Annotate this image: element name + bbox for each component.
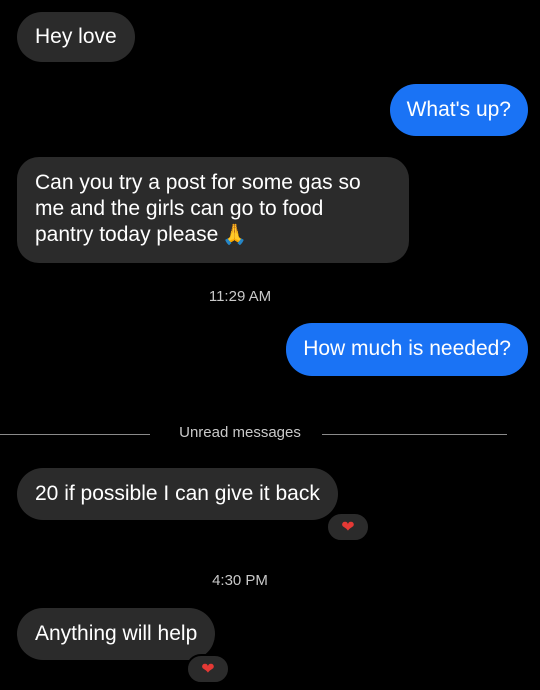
message-line: Can you try a post for some gas so — [35, 171, 361, 194]
heart-reaction[interactable]: ❤ — [186, 654, 230, 684]
message-text: pantry today please — [35, 223, 219, 246]
message-line: me and the girls can go to food — [35, 197, 324, 220]
received-message[interactable]: Can you try a post for some gas so me an… — [17, 157, 409, 263]
message-text: Hey love — [35, 25, 117, 48]
message-text: 20 if possible I can give it back — [35, 482, 320, 505]
received-message[interactable]: Anything will help — [17, 608, 216, 660]
sent-message[interactable]: What's up? — [389, 84, 528, 136]
folded-hands-icon: 🙏 — [222, 224, 248, 246]
divider-line — [322, 434, 507, 435]
message-text: How much is needed? — [303, 337, 511, 360]
heart-reaction[interactable]: ❤ — [326, 512, 370, 542]
unread-divider: Unread messages — [0, 424, 510, 444]
red-heart-icon: ❤ — [341, 519, 355, 536]
chat-thread: Hey love What's up? Can you try a post f… — [0, 0, 540, 690]
red-heart-icon: ❤ — [201, 661, 215, 678]
timestamp: 11:29 AM — [208, 288, 272, 305]
message-text: What's up? — [406, 98, 511, 121]
received-message[interactable]: 20 if possible I can give it back — [17, 468, 338, 520]
message-text: Anything will help — [35, 622, 198, 645]
message-line: pantry today please 🙏 — [35, 222, 391, 248]
timestamp: 4:30 PM — [212, 572, 268, 589]
received-message[interactable]: Hey love — [17, 12, 135, 62]
sent-message[interactable]: How much is needed? — [286, 323, 528, 376]
divider-label: Unread messages — [179, 424, 301, 441]
divider-line — [0, 434, 150, 435]
